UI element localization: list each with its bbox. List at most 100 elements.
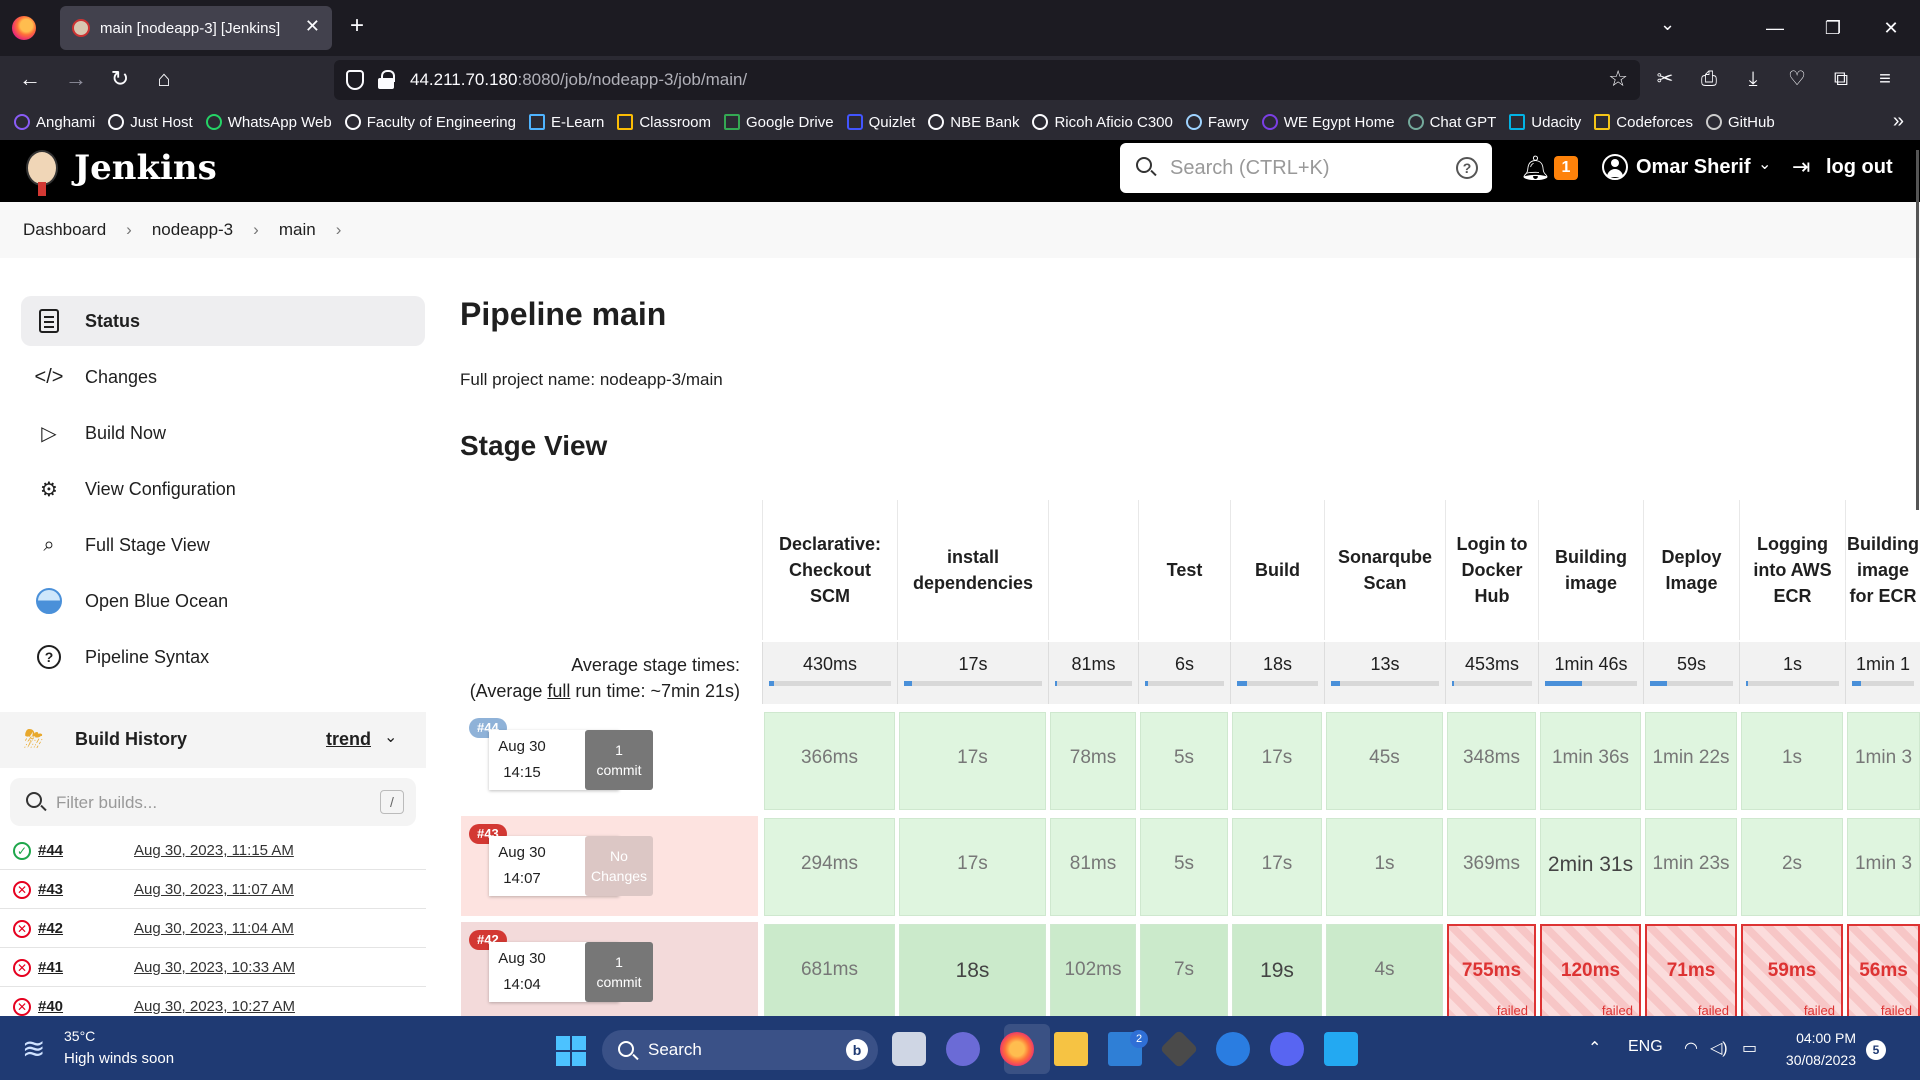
sidebar-item-changes[interactable]: </> Changes (21, 352, 425, 402)
stage-cell-success[interactable]: 366ms (764, 712, 895, 810)
chevron-right-icon[interactable]: › (253, 220, 259, 240)
stage-cell-success[interactable]: 348ms (1447, 712, 1536, 810)
stage-cell-success[interactable]: 1s (1741, 712, 1843, 810)
stage-cell-success[interactable]: 1s (1326, 818, 1443, 916)
breadcrumb-job[interactable]: main (279, 220, 316, 240)
trend-link[interactable]: trend (326, 729, 371, 750)
build-filter-input[interactable] (56, 790, 356, 816)
build-number-link[interactable]: #41 (38, 959, 63, 976)
insecure-lock-icon[interactable] (378, 70, 395, 90)
unity-icon[interactable] (1159, 1029, 1199, 1069)
bookmark-item[interactable]: Quizlet (846, 114, 915, 131)
windows-start-icon[interactable] (556, 1036, 586, 1066)
build-number-link[interactable]: #44 (38, 842, 63, 859)
bookmark-item[interactable]: E-Learn (528, 114, 604, 131)
stage-cell-success[interactable]: 102ms (1050, 924, 1136, 1022)
user-icon[interactable] (1602, 154, 1628, 180)
stage-cell-success[interactable]: 19s (1232, 924, 1322, 1022)
bookmark-item[interactable]: Google Drive (724, 114, 834, 131)
stage-cell-failed[interactable]: 56ms failed (1847, 924, 1920, 1022)
build-number-link[interactable]: #40 (38, 998, 63, 1015)
build-date-link[interactable]: Aug 30, 2023, 11:07 AM (134, 881, 294, 898)
stage-cell-failed[interactable]: 71ms failed (1645, 924, 1737, 1022)
sidebar-item-configure[interactable]: ⚙ View Configuration (21, 464, 425, 514)
stage-cell-success[interactable]: 294ms (764, 818, 895, 916)
stage-cell-success[interactable]: 1min 36s (1540, 712, 1641, 810)
minimize-button[interactable]: — (1746, 0, 1804, 56)
stage-cell-success[interactable]: 78ms (1050, 712, 1136, 810)
wind-icon[interactable]: ≋ (22, 1032, 45, 1065)
wifi-icon[interactable]: ◠ (1684, 1038, 1698, 1058)
user-name[interactable]: Omar Sherif (1636, 156, 1750, 179)
build-date-link[interactable]: Aug 30, 2023, 10:27 AM (134, 998, 295, 1015)
stage-cell-success[interactable]: 2min 31s (1540, 818, 1641, 916)
weather-description[interactable]: High winds soon (64, 1050, 174, 1067)
full-run-link[interactable]: full (547, 681, 570, 701)
chevron-right-icon[interactable]: › (336, 220, 342, 240)
stage-cell-success[interactable]: 4s (1326, 924, 1443, 1022)
jenkins-logo-icon[interactable] (22, 144, 62, 196)
bookmarks-overflow-icon[interactable]: » (1893, 110, 1904, 133)
build-history-row[interactable]: ✓ #44 Aug 30, 2023, 11:15 AM (0, 832, 426, 870)
bookmark-item[interactable]: Fawry (1185, 114, 1249, 131)
sidebar-item-build-now[interactable]: ▷ Build Now (21, 408, 425, 458)
chevron-down-icon[interactable]: ⌄ (1758, 154, 1771, 174)
build-date-link[interactable]: Aug 30, 2023, 10:33 AM (134, 959, 295, 976)
bookmark-item[interactable]: WhatsApp Web (205, 114, 332, 131)
bookmark-item[interactable]: WE Egypt Home (1261, 114, 1395, 131)
bookmark-item[interactable]: Just Host (108, 114, 193, 131)
taskbar-search[interactable]: Search b (602, 1030, 878, 1070)
stage-cell-success[interactable]: 1min 22s (1645, 712, 1737, 810)
stage-cell-success[interactable]: 17s (1232, 818, 1322, 916)
bookmark-item[interactable]: Codeforces (1594, 114, 1693, 131)
build-date-link[interactable]: Aug 30, 2023, 11:15 AM (134, 842, 294, 859)
pocket-icon[interactable]: ♡ (1782, 64, 1812, 94)
build-history-row[interactable]: ✕ #42 Aug 30, 2023, 11:04 AM (0, 910, 426, 948)
forward-arrow-icon[interactable]: → (62, 66, 90, 92)
language-indicator[interactable]: ENG (1628, 1038, 1663, 1056)
stage-cell-failed[interactable]: 755ms failed (1447, 924, 1536, 1022)
reload-icon[interactable]: ↻ (106, 66, 134, 92)
extensions-icon[interactable]: ⧉ (1826, 64, 1856, 94)
breadcrumb-dashboard[interactable]: Dashboard (23, 220, 106, 240)
back-arrow-icon[interactable]: ← (16, 66, 44, 92)
new-tab-button[interactable]: + (350, 12, 364, 40)
teams-icon[interactable] (946, 1032, 980, 1066)
stage-cell-failed[interactable]: 120ms failed (1540, 924, 1641, 1022)
stage-cell-success[interactable]: 5s (1140, 712, 1228, 810)
chevron-down-icon[interactable]: ⌄ (384, 727, 397, 747)
run-changes[interactable]: No Changes (585, 836, 653, 896)
firefox-taskbar-icon[interactable] (1000, 1032, 1034, 1066)
bookmark-item[interactable]: Classroom (617, 114, 711, 131)
search-input[interactable] (1170, 153, 1430, 183)
download-icon[interactable]: ⤓ (1738, 64, 1768, 94)
build-history-row[interactable]: ✕ #41 Aug 30, 2023, 10:33 AM (0, 949, 426, 987)
tracking-shield-icon[interactable] (346, 70, 364, 90)
build-history-row[interactable]: ✕ #43 Aug 30, 2023, 11:07 AM (0, 871, 426, 909)
menu-icon[interactable]: ≡ (1870, 64, 1900, 94)
stage-cell-success[interactable]: 45s (1326, 712, 1443, 810)
sidebar-item-full-stage-view[interactable]: ⌕ Full Stage View (21, 520, 425, 570)
jenkins-title[interactable]: Jenkins (74, 148, 217, 188)
file-explorer-icon[interactable] (1054, 1032, 1088, 1066)
restore-button[interactable]: ❐ (1804, 0, 1862, 56)
close-tab-icon[interactable]: ✕ (305, 16, 320, 37)
firefox-icon[interactable] (12, 16, 36, 40)
logout-icon[interactable]: ⇥ (1792, 154, 1810, 180)
breadcrumb-folder[interactable]: nodeapp-3 (152, 220, 233, 240)
bookmark-item[interactable]: Ricoh Aficio C300 (1032, 114, 1173, 131)
build-date-link[interactable]: Aug 30, 2023, 11:04 AM (134, 920, 294, 937)
url-text[interactable]: 44.211.70.180:8080/job/nodeapp-3/job/mai… (410, 70, 747, 90)
stage-cell-success[interactable]: 17s (1232, 712, 1322, 810)
task-view-icon[interactable] (892, 1032, 926, 1066)
notification-badge[interactable]: 1 (1554, 156, 1578, 180)
run-changes[interactable]: 1 commit (585, 942, 653, 1002)
url-bar[interactable]: 44.211.70.180:8080/job/nodeapp-3/job/mai… (334, 60, 1640, 100)
stage-cell-success[interactable]: 1min 3 (1847, 818, 1920, 916)
notification-badge[interactable]: 5 (1866, 1040, 1886, 1060)
bookmark-item[interactable]: Anghami (14, 114, 95, 131)
chevron-up-icon[interactable]: ⌃ (1588, 1038, 1601, 1058)
bell-icon[interactable]: 🔔︎ (1520, 154, 1550, 183)
stage-cell-success[interactable]: 2s (1741, 818, 1843, 916)
sidebar-item-status[interactable]: Status (21, 296, 425, 346)
